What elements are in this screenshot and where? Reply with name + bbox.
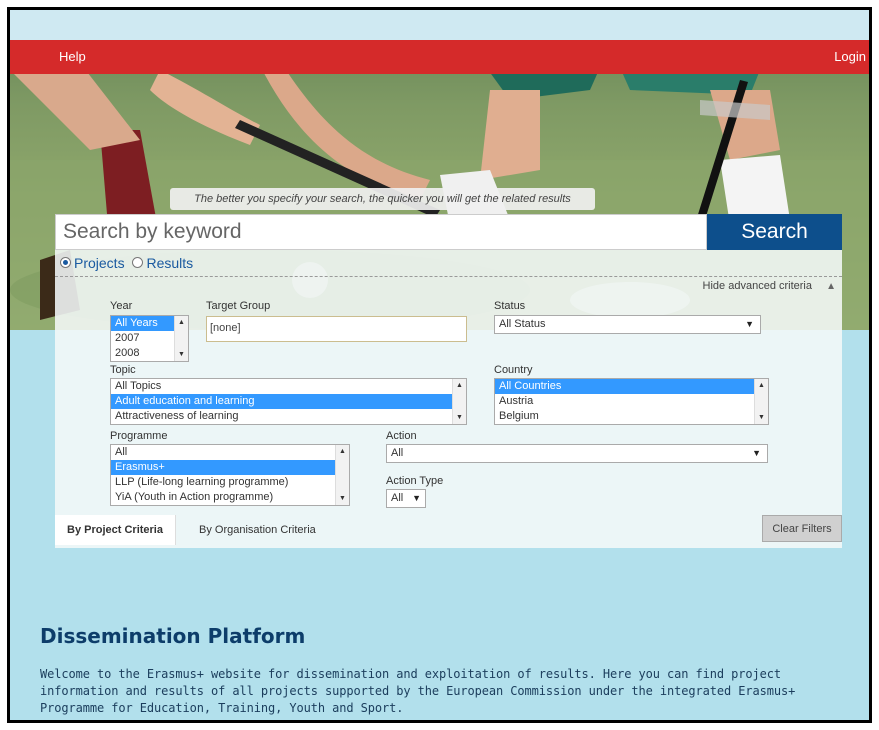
chevron-down-icon: ▼ <box>412 493 421 503</box>
year-label: Year <box>110 300 133 312</box>
projects-radio[interactable] <box>60 257 71 268</box>
country-option[interactable]: Belgium <box>495 409 768 424</box>
action-select-value: All <box>391 447 404 459</box>
projects-radio-label[interactable]: Projects <box>74 255 125 271</box>
scroll-up-icon[interactable]: ▲ <box>758 382 765 389</box>
country-scrollbar[interactable]: ▲ ▼ <box>754 379 768 424</box>
target-group-label: Target Group <box>206 300 271 312</box>
programme-label: Programme <box>110 430 168 442</box>
action-type-label: Action Type <box>386 475 444 487</box>
results-radio-label[interactable]: Results <box>146 255 193 271</box>
topic-listbox[interactable]: All Topics Adult education and learning … <box>110 378 467 425</box>
search-button[interactable]: Search <box>707 214 842 250</box>
criteria-tabs: By Project Criteria By Organisation Crit… <box>55 515 842 548</box>
results-radio[interactable] <box>132 257 144 268</box>
tab-organisation-criteria[interactable]: By Organisation Criteria <box>199 515 316 545</box>
programme-listbox[interactable]: All Erasmus+ LLP (Life-long learning pro… <box>110 444 350 506</box>
search-input[interactable]: Search by keyword <box>55 214 707 250</box>
topic-option[interactable]: All Topics <box>111 379 466 394</box>
hide-advanced-criteria-link[interactable]: Hide advanced criteria <box>703 280 812 292</box>
chevron-up-icon[interactable]: ▲ <box>826 281 836 292</box>
country-label: Country <box>494 364 533 376</box>
action-type-select[interactable]: All ▼ <box>386 489 426 508</box>
scroll-down-icon[interactable]: ▼ <box>758 414 765 421</box>
status-select-value: All Status <box>499 318 546 330</box>
page-title: Dissemination Platform <box>40 624 306 648</box>
page-description: Welcome to the Erasmus+ website for diss… <box>40 667 796 715</box>
chevron-down-icon: ▼ <box>745 319 754 329</box>
scroll-up-icon[interactable]: ▲ <box>178 319 185 326</box>
help-link[interactable]: Help <box>59 49 86 64</box>
action-label: Action <box>386 430 417 442</box>
scope-radio-group: Projects Results <box>60 255 193 271</box>
programme-option[interactable]: YiA (Youth in Action programme) <box>111 490 349 505</box>
scroll-up-icon[interactable]: ▲ <box>456 382 463 389</box>
programme-option[interactable]: Erasmus+ <box>111 460 336 475</box>
advanced-search-panel: Projects Results Hide advanced criteria … <box>55 250 842 548</box>
action-type-select-value: All <box>391 492 404 504</box>
topic-option[interactable]: Adult education and learning <box>111 394 453 409</box>
year-listbox[interactable]: All Years 2007 2008 ▲ ▼ <box>110 315 189 362</box>
clear-filters-button[interactable]: Clear Filters <box>762 515 842 542</box>
scroll-down-icon[interactable]: ▼ <box>456 414 463 421</box>
scroll-down-icon[interactable]: ▼ <box>178 351 185 358</box>
target-group-input[interactable]: [none] <box>206 316 467 342</box>
programme-option[interactable]: LLP (Life-long learning programme) <box>111 475 349 490</box>
action-select[interactable]: All ▼ <box>386 444 768 463</box>
chevron-down-icon: ▼ <box>752 448 761 458</box>
topic-label: Topic <box>110 364 136 376</box>
login-link[interactable]: Login <box>834 49 866 64</box>
country-listbox[interactable]: All Countries Austria Belgium ▲ ▼ <box>494 378 769 425</box>
status-select[interactable]: All Status ▼ <box>494 315 761 334</box>
tab-project-criteria[interactable]: By Project Criteria <box>55 515 176 545</box>
country-option[interactable]: All Countries <box>495 379 755 394</box>
scroll-down-icon[interactable]: ▼ <box>339 495 346 502</box>
programme-option[interactable]: All <box>111 445 349 460</box>
topic-option[interactable]: Attractiveness of learning <box>111 409 466 424</box>
top-navigation-bar: Help Login <box>10 40 869 74</box>
topic-scrollbar[interactable]: ▲ ▼ <box>452 379 466 424</box>
scroll-up-icon[interactable]: ▲ <box>339 448 346 455</box>
page-frame: Help Login The better you specify your s… <box>7 7 872 723</box>
divider <box>55 276 842 277</box>
year-scrollbar[interactable]: ▲ ▼ <box>174 316 188 361</box>
search-tip-tooltip: The better you specify your search, the … <box>170 188 595 210</box>
country-option[interactable]: Austria <box>495 394 768 409</box>
status-label: Status <box>494 300 526 312</box>
programme-scrollbar[interactable]: ▲ ▼ <box>335 445 349 505</box>
